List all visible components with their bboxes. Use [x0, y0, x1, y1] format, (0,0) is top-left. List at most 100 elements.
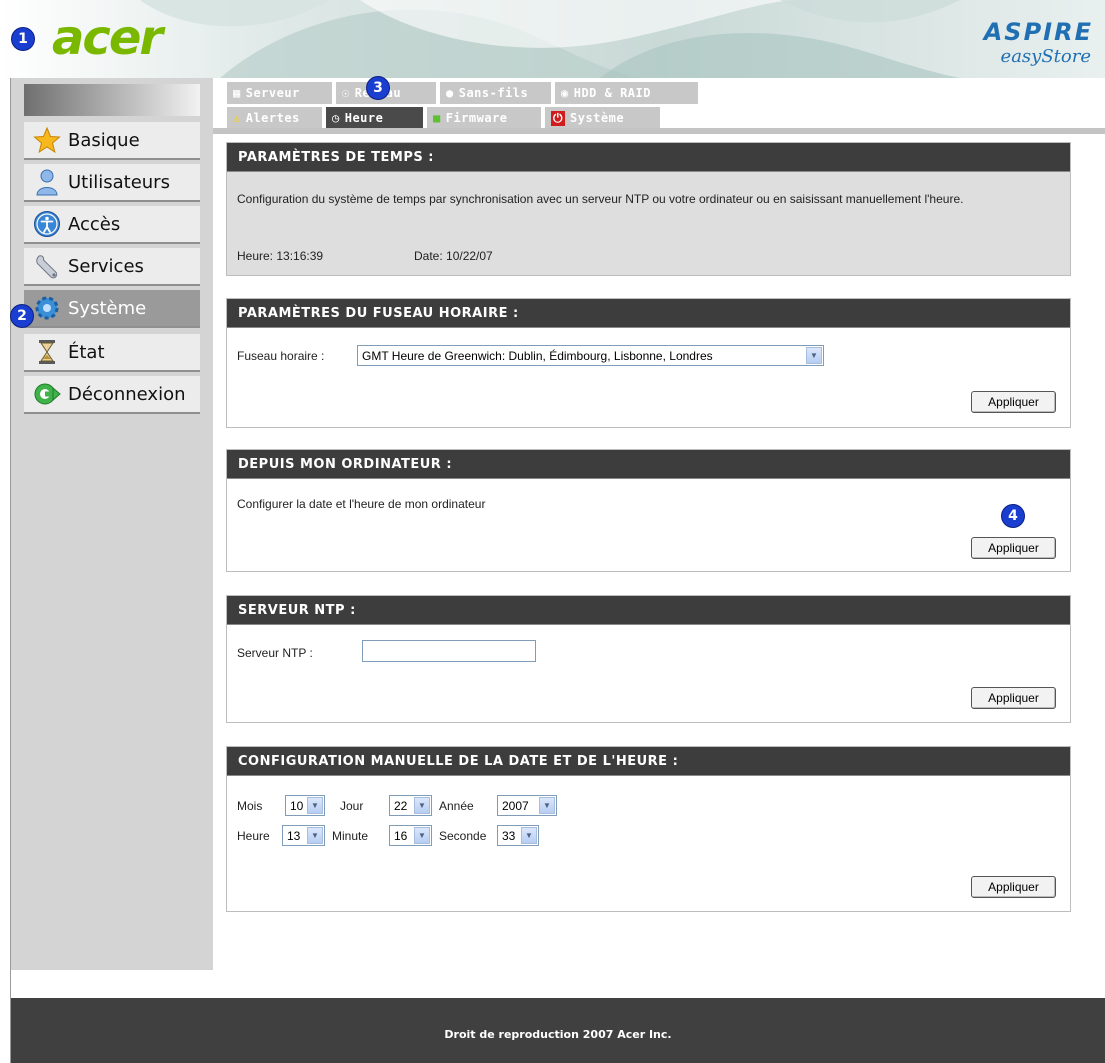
from-computer-apply-button[interactable]: Appliquer: [971, 537, 1056, 559]
sidebar-item-systeme[interactable]: Système: [24, 290, 200, 328]
disk-icon: ◉: [561, 86, 569, 100]
current-date: Date: 10/22/07: [414, 249, 493, 263]
time-params-description: Configuration du système de temps par sy…: [237, 192, 964, 206]
ntp-apply-button[interactable]: Appliquer: [971, 687, 1056, 709]
second-value: 33: [502, 828, 516, 843]
chevron-down-icon[interactable]: ▼: [539, 797, 555, 814]
footer: Droit de reproduction 2007 Acer Inc.: [11, 998, 1105, 1063]
hour-select[interactable]: 13 ▼: [282, 825, 325, 846]
sidebar-item-utilisateurs[interactable]: Utilisateurs: [24, 164, 200, 202]
chevron-down-icon[interactable]: ▼: [521, 827, 537, 844]
second-label: Seconde: [439, 829, 487, 843]
tab-sans-fils[interactable]: ● Sans-fils: [440, 82, 551, 104]
warning-icon: ⚠: [233, 111, 241, 125]
day-label: Jour: [340, 799, 364, 813]
sidebar-item-label: Services: [68, 255, 144, 277]
tab-label: HDD & RAID: [573, 86, 651, 100]
tab-label: Serveur: [245, 86, 300, 100]
callout-marker-2: 2: [11, 305, 33, 327]
hour-label: Heure: [237, 829, 270, 843]
month-value: 10: [290, 798, 304, 813]
day-select[interactable]: 22 ▼: [389, 795, 432, 816]
header: acer ASPIRE easyStore: [0, 0, 1105, 78]
firmware-icon: ■: [433, 111, 441, 125]
from-computer-description: Configurer la date et l'heure de mon ord…: [237, 497, 486, 511]
ntp-server-input[interactable]: [362, 640, 536, 662]
section-title: PARAMÈTRES DU FUSEAU HORAIRE :: [227, 299, 1070, 328]
chevron-down-icon[interactable]: ▼: [806, 347, 822, 364]
tab-label: Système: [570, 111, 625, 125]
network-icon: ☉: [342, 86, 350, 100]
section-title: CONFIGURATION MANUELLE DE LA DATE ET DE …: [227, 747, 1070, 776]
sidebar-item-label: État: [68, 341, 105, 363]
tab-heure[interactable]: ◷ Heure: [326, 107, 423, 129]
hourglass-icon: [32, 338, 62, 366]
current-time: Heure: 13:16:39: [237, 249, 324, 263]
sidebar-item-label: Basique: [68, 129, 140, 151]
power-icon: ⏻: [551, 110, 565, 126]
sidebar-item-label: Utilisateurs: [68, 171, 170, 193]
year-value: 2007: [502, 798, 529, 813]
sidebar-top-bar: [24, 84, 200, 116]
timezone-section: PARAMÈTRES DU FUSEAU HORAIRE : Fuseau ho…: [226, 298, 1071, 428]
tab-systeme[interactable]: ⏻ Système: [545, 107, 660, 129]
tab-label: Firmware: [445, 111, 508, 125]
year-select[interactable]: 2007 ▼: [497, 795, 557, 816]
callout-marker-1: 1: [12, 28, 34, 50]
sidebar-item-acces[interactable]: Accès: [24, 206, 200, 244]
wrench-icon: [32, 252, 62, 280]
timezone-value: GMT Heure de Greenwich: Dublin, Édimbour…: [362, 348, 713, 363]
callout-marker-3: 3: [367, 77, 389, 99]
tab-hdd-raid[interactable]: ◉ HDD & RAID: [555, 82, 698, 104]
chevron-down-icon[interactable]: ▼: [307, 797, 323, 814]
hour-value: 13: [287, 828, 301, 843]
tab-label: Sans-fils: [458, 86, 529, 100]
sidebar-item-deconnexion[interactable]: Déconnexion: [24, 376, 200, 414]
gear-icon: [32, 294, 62, 322]
chevron-down-icon[interactable]: ▼: [414, 797, 430, 814]
manual-config-section: CONFIGURATION MANUELLE DE LA DATE ET DE …: [226, 746, 1071, 912]
sidebar-item-etat[interactable]: État: [24, 334, 200, 372]
timezone-select[interactable]: GMT Heure de Greenwich: Dublin, Édimbour…: [357, 345, 824, 366]
tab-label: Alertes: [245, 111, 300, 125]
copyright-text: Droit de reproduction 2007 Acer Inc.: [444, 1028, 672, 1041]
month-label: Mois: [237, 799, 263, 813]
minute-value: 16: [394, 828, 408, 843]
ntp-section: SERVEUR NTP : Serveur NTP : Appliquer: [226, 595, 1071, 723]
sidebar-item-basique[interactable]: Basique: [24, 122, 200, 160]
minute-label: Minute: [332, 829, 369, 843]
chevron-down-icon[interactable]: ▼: [414, 827, 430, 844]
from-computer-section: DEPUIS MON ORDINATEUR : Configurer la da…: [226, 449, 1071, 572]
timezone-apply-button[interactable]: Appliquer: [971, 391, 1056, 413]
section-title: DEPUIS MON ORDINATEUR :: [227, 450, 1070, 479]
callout-marker-4: 4: [1002, 505, 1024, 527]
year-label: Année: [439, 799, 474, 813]
sidebar-item-label: Accès: [68, 213, 121, 235]
chevron-down-icon[interactable]: ▼: [307, 827, 323, 844]
tab-firmware[interactable]: ■ Firmware: [427, 107, 541, 129]
brand-title: ASPIRE: [983, 18, 1093, 46]
sidebar-item-label: Déconnexion: [68, 383, 186, 405]
month-select[interactable]: 10 ▼: [285, 795, 325, 816]
logout-icon: [32, 380, 62, 408]
globe-icon: ●: [446, 86, 454, 100]
star-icon: [32, 126, 62, 154]
section-title: PARAMÈTRES DE TEMPS :: [227, 143, 1070, 172]
server-icon: ▦: [233, 86, 241, 100]
manual-apply-button[interactable]: Appliquer: [971, 876, 1056, 898]
minute-select[interactable]: 16 ▼: [389, 825, 432, 846]
ntp-label: Serveur NTP :: [237, 646, 313, 660]
tab-serveur[interactable]: ▦ Serveur: [227, 82, 332, 104]
tab-alertes[interactable]: ⚠ Alertes: [227, 107, 322, 129]
accessibility-icon: [32, 210, 62, 238]
user-icon: [32, 168, 62, 196]
tab-label: Heure: [344, 111, 384, 125]
sidebar: Basique Utilisateurs Accès Services Syst…: [11, 78, 213, 970]
section-title: SERVEUR NTP :: [227, 596, 1070, 625]
header-decoration: [0, 0, 1105, 78]
timezone-label: Fuseau horaire :: [237, 349, 325, 363]
acer-logo: acer: [52, 10, 163, 66]
second-select[interactable]: 33 ▼: [497, 825, 539, 846]
sidebar-item-label: Système: [68, 297, 147, 319]
sidebar-item-services[interactable]: Services: [24, 248, 200, 286]
